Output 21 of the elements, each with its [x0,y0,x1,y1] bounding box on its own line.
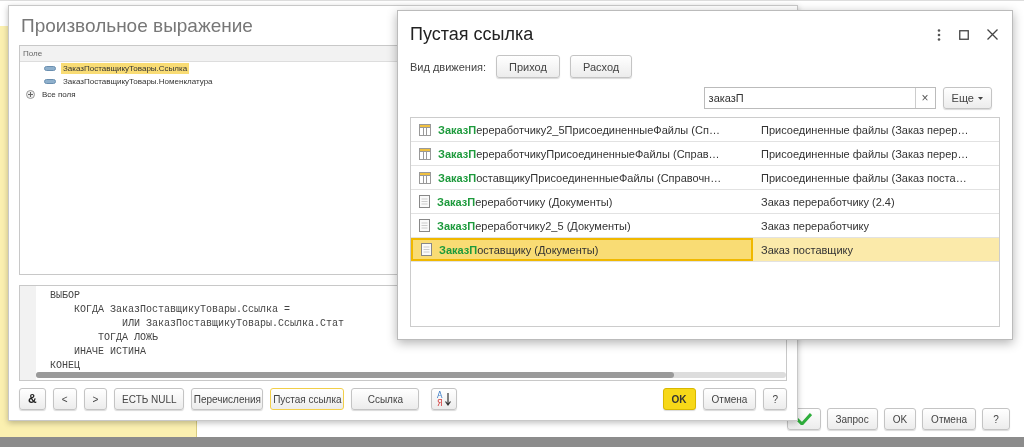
code-line: ТОГДА ЛОЖЬ [97,331,160,345]
table-cell: ЗаказПоставщикуПрисоединенныеФайлы (Справочн… [438,171,722,184]
table-cell-text: Заказ поставщику [760,242,854,258]
movement-label: Вид движения: [410,60,487,73]
window-title: Произвольное выражение [21,15,253,37]
table-cell: ЗаказПереработчику (Документы) [437,195,613,208]
table-cell: ЗаказПереработчикуПрисоединенныеФайлы (Справ… [438,147,720,160]
code-line: ИЛИ ЗаказПоставщикуТовары.Ссылка.Стат [121,317,345,331]
table-cell: ЗаказПоставщику (Документы) [439,243,599,256]
code-line: КОГДА ЗаказПоставщикуТовары.Ссылка = [73,303,292,317]
code-line: КОНЕЦ [50,359,81,373]
table-cell-text: Заказ переработчику (2.4) [760,194,896,210]
table-cell: ЗаказПереработчику2_5ПрисоединенныеФайлы (Сп… [438,123,720,136]
table-cell-text: Присоединенные файлы (Заказ поста… [760,170,968,186]
table-cell-text: Заказ переработчику [760,218,870,234]
table-cell-text: Присоединенные файлы (Заказ перер… [760,146,970,162]
code-line: ВЫБОР [50,289,81,303]
table-cell-text: Присоединенные файлы (Заказ перер… [760,122,970,138]
code-line: ИНАЧЕ ИСТИНА [73,345,147,359]
table-cell: ЗаказПереработчику2_5 (Документы) [437,219,631,232]
dialog-title: Пустая ссылка [410,24,534,45]
